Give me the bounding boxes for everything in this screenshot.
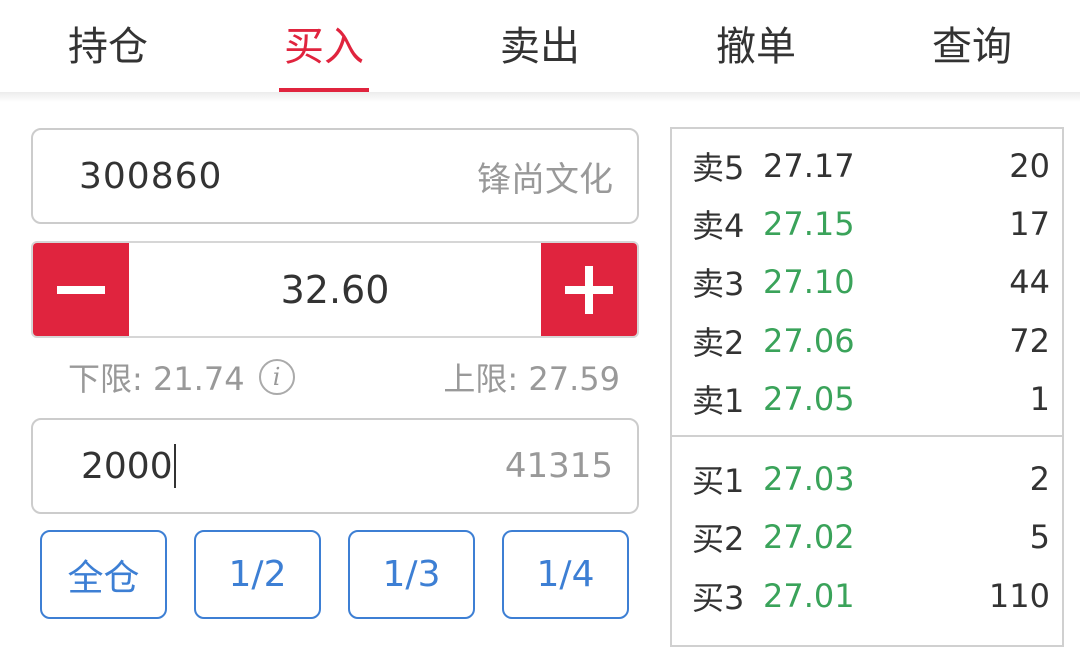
ask-volume: 72: [1009, 322, 1050, 360]
price-increase-button[interactable]: [541, 243, 637, 336]
quantity-text: 2000: [81, 445, 173, 487]
bid-row-3[interactable]: 买3 27.01 110: [672, 567, 1062, 625]
ask-row-1[interactable]: 卖1 27.05 1: [672, 370, 1062, 428]
ask-volume: 20: [1009, 147, 1050, 185]
stock-name: 锋尚文化: [477, 159, 613, 200]
tab-buy[interactable]: 买入: [216, 0, 432, 92]
ask-price: 27.05: [763, 380, 855, 418]
info-icon[interactable]: i: [258, 359, 295, 395]
bid-row-1[interactable]: 买1 27.03 2: [672, 450, 1062, 508]
bid-price: 27.02: [763, 518, 855, 556]
bid-label: 买1: [692, 462, 745, 500]
ask-label: 卖2: [692, 324, 745, 362]
ratio-all-button[interactable]: 全仓: [40, 530, 167, 619]
order-book: 卖5 27.17 20 卖4 27.15 17 卖3 27.10 44 卖2 2…: [670, 127, 1064, 647]
ask-volume: 1: [1029, 380, 1050, 418]
quantity-input[interactable]: 2000 41315: [31, 418, 639, 514]
tab-query[interactable]: 查询: [864, 0, 1080, 92]
bid-label: 买2: [692, 520, 745, 558]
stock-code: 300860: [79, 155, 223, 197]
max-quantity: 41315: [504, 446, 613, 486]
price-limits: 下限: 21.74 i 上限: 27.59: [68, 353, 620, 401]
bid-volume: 110: [988, 577, 1050, 615]
ask-row-2[interactable]: 卖2 27.06 72: [672, 312, 1062, 370]
ratio-half-button[interactable]: 1/2: [194, 530, 321, 619]
bid-label: 买3: [692, 579, 745, 617]
ratio-third-button[interactable]: 1/3: [348, 530, 475, 619]
tab-bar: 持仓 买入 卖出 撤单 查询: [0, 0, 1080, 94]
tab-bar-shadow: [0, 92, 1080, 102]
lower-limit: 下限: 21.74: [68, 360, 245, 398]
bid-row-2[interactable]: 买2 27.02 5: [672, 508, 1062, 566]
lower-limit-group: 下限: 21.74 i: [68, 354, 295, 400]
upper-limit: 上限: 27.59: [443, 360, 620, 398]
ask-label: 卖3: [692, 265, 745, 303]
price-decrease-button[interactable]: [33, 243, 129, 336]
ask-row-4[interactable]: 卖4 27.15 17: [672, 195, 1062, 253]
ask-price: 27.10: [763, 263, 855, 301]
ask-label: 卖1: [692, 382, 745, 420]
ask-label: 卖5: [692, 149, 745, 187]
ask-row-5[interactable]: 卖5 27.17 20: [672, 137, 1062, 195]
tab-sell[interactable]: 卖出: [432, 0, 648, 92]
order-book-divider: [672, 435, 1062, 437]
ask-volume: 44: [1009, 263, 1050, 301]
price-stepper: 32.60: [31, 241, 639, 338]
text-caret: [173, 444, 176, 488]
ask-price: 27.17: [763, 147, 855, 185]
quantity-value: 2000: [81, 444, 176, 488]
ask-price: 27.06: [763, 322, 855, 360]
ask-label: 卖4: [692, 207, 745, 245]
bid-volume: 5: [1029, 518, 1050, 556]
ask-row-3[interactable]: 卖3 27.10 44: [672, 253, 1062, 311]
ask-volume: 17: [1009, 205, 1050, 243]
minus-icon: [57, 285, 105, 294]
plus-icon: [565, 265, 613, 314]
stock-code-input[interactable]: 300860 锋尚文化: [31, 128, 639, 224]
ask-price: 27.15: [763, 205, 855, 243]
bid-volume: 2: [1029, 460, 1050, 498]
bid-price: 27.03: [763, 460, 855, 498]
bid-price: 27.01: [763, 577, 855, 615]
tab-holdings[interactable]: 持仓: [0, 0, 216, 92]
tab-cancel[interactable]: 撤单: [648, 0, 864, 92]
ratio-quarter-button[interactable]: 1/4: [502, 530, 629, 619]
price-input[interactable]: 32.60: [129, 243, 541, 336]
